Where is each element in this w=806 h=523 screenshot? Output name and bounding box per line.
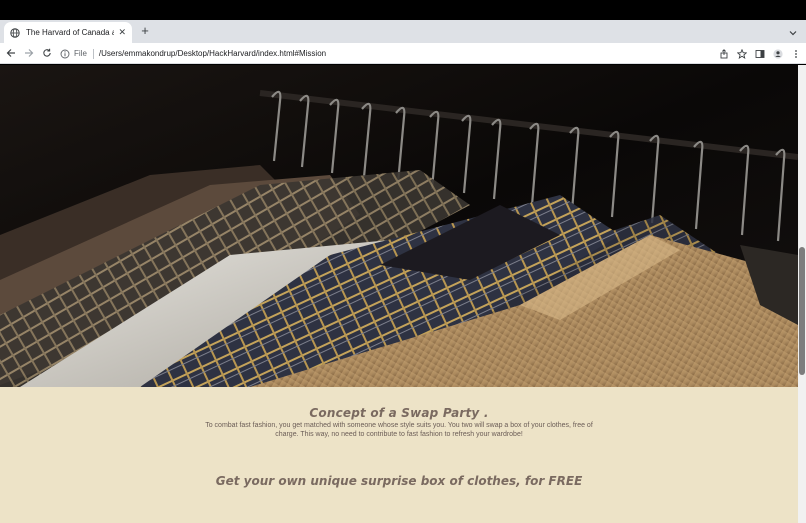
mission-section: Concept of a Swap Party . To combat fast… xyxy=(0,387,798,488)
scrollbar-thumb[interactable] xyxy=(799,247,805,375)
back-icon[interactable] xyxy=(4,46,18,60)
reload-icon[interactable] xyxy=(40,46,54,60)
globe-icon xyxy=(10,27,20,38)
url-text[interactable]: /Users/emmakondrup/Desktop/HackHarvard/i… xyxy=(99,49,326,58)
menu-icon[interactable] xyxy=(790,48,802,60)
free-box-heading: Get your own unique surprise box of clot… xyxy=(215,474,583,488)
share-icon[interactable] xyxy=(718,48,730,60)
browser-tab[interactable]: The Harvard of Canada at Ha ✕ xyxy=(4,22,132,43)
concept-heading: Concept of a Swap Party . xyxy=(309,406,489,420)
plus-icon[interactable]: + xyxy=(138,24,152,38)
sidepanel-icon[interactable] xyxy=(754,48,766,60)
forward-icon[interactable] xyxy=(22,46,36,60)
tab-strip: The Harvard of Canada at Ha ✕ + xyxy=(0,20,806,43)
address-bar[interactable]: File /Users/emmakondrup/Desktop/HackHarv… xyxy=(60,45,700,62)
chevron-down-icon[interactable] xyxy=(788,25,798,36)
hero-image-clothes-rack xyxy=(0,65,798,387)
info-icon[interactable] xyxy=(60,49,70,59)
concept-description: To combat fast fashion, you get matched … xyxy=(205,422,593,438)
browser-toolbar: File /Users/emmakondrup/Desktop/HackHarv… xyxy=(0,43,806,64)
tab-title: The Harvard of Canada at Ha xyxy=(26,28,115,37)
page-viewport: Concept of a Swap Party . To combat fast… xyxy=(0,65,798,523)
star-icon[interactable] xyxy=(736,48,748,60)
divider xyxy=(92,48,94,59)
close-icon[interactable]: ✕ xyxy=(118,28,126,37)
url-scheme: File xyxy=(74,49,87,58)
profile-icon[interactable] xyxy=(772,48,784,60)
vertical-scrollbar[interactable] xyxy=(798,65,806,523)
os-top-bar xyxy=(0,0,806,20)
